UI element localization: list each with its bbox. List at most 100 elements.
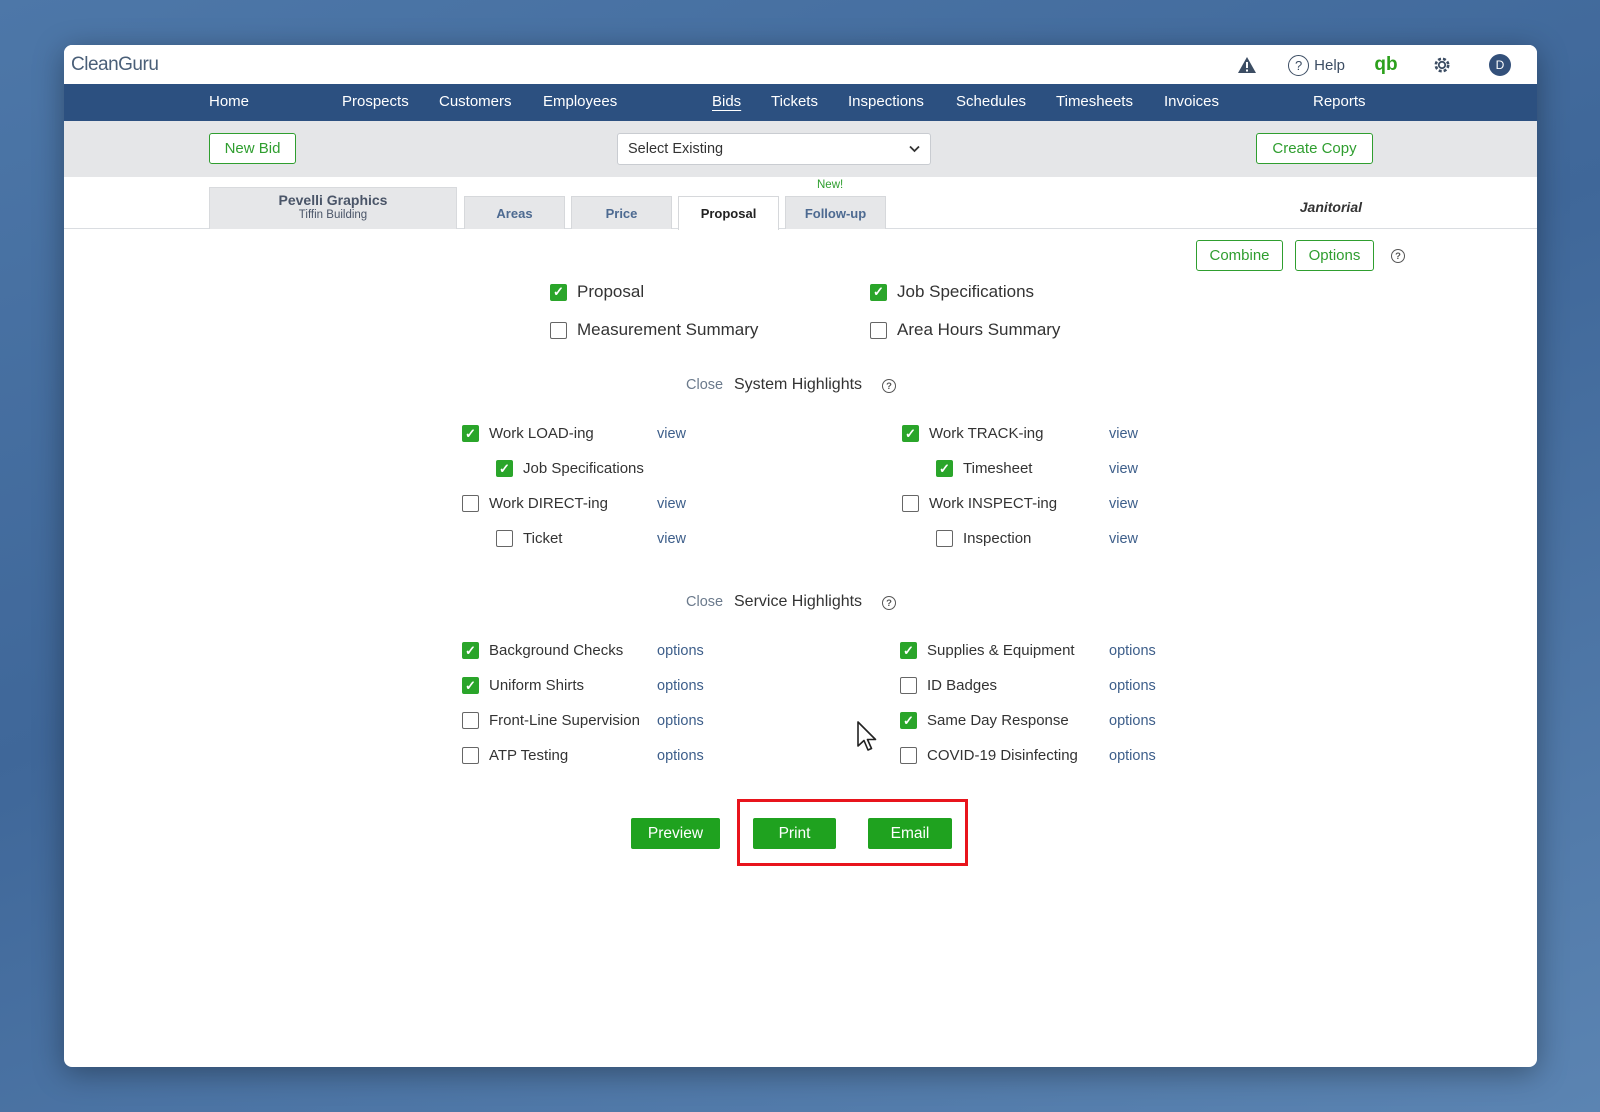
warning-icon[interactable] [1234,56,1260,74]
service-background-checks[interactable]: ✓ Background Checks [462,642,623,659]
service-uniform-shirts[interactable]: ✓ Uniform Shirts [462,677,584,694]
doc-proposal[interactable]: ✓ Proposal [550,282,644,302]
view-link[interactable]: view [657,496,686,512]
checkbox-unchecked[interactable] [462,747,479,764]
close-service-highlights-link[interactable]: Close [686,594,723,610]
service-atp-testing[interactable]: ATP Testing [462,747,568,764]
nav-employees[interactable]: Employees [543,93,617,110]
gear-icon[interactable] [1429,55,1455,75]
checkbox-unchecked[interactable] [902,495,919,512]
service-supplies-equipment[interactable]: ✓ Supplies & Equipment [900,642,1075,659]
options-link[interactable]: options [657,678,704,694]
nav-schedules[interactable]: Schedules [956,93,1026,110]
chevron-down-icon [909,142,920,156]
options-link[interactable]: options [657,643,704,659]
client-tab[interactable]: Pevelli Graphics Tiffin Building [209,187,457,229]
options-button[interactable]: Options [1295,240,1374,271]
view-link[interactable]: view [657,426,686,442]
tab-proposal[interactable]: Proposal [678,196,779,230]
checkbox-unchecked[interactable] [462,712,479,729]
system-work-inspecting[interactable]: Work INSPECT-ing [902,495,1057,512]
checkbox-unchecked[interactable] [936,530,953,547]
doc-measurement-summary[interactable]: Measurement Summary [550,320,758,340]
view-link[interactable]: view [657,531,686,547]
quickbooks-icon[interactable]: qb [1373,54,1399,76]
system-timesheet[interactable]: ✓ Timesheet [936,460,1032,477]
tab-price[interactable]: Price [571,196,672,229]
options-link[interactable]: options [1109,713,1156,729]
service-covid-19-disinfecting[interactable]: COVID-19 Disinfecting [900,747,1078,764]
preview-button[interactable]: Preview [631,818,720,849]
nav-customers[interactable]: Customers [439,93,512,110]
service-id-badges[interactable]: ID Badges [900,677,997,694]
select-existing-dropdown[interactable]: Select Existing [617,133,931,165]
checkbox-checked[interactable]: ✓ [462,677,479,694]
options-link[interactable]: options [657,748,704,764]
nav-prospects[interactable]: Prospects [342,93,409,110]
system-work-loading[interactable]: ✓ Work LOAD-ing [462,425,594,442]
view-link[interactable]: view [1109,461,1138,477]
help-icon[interactable]: ? [882,379,896,393]
system-job-specifications[interactable]: ✓ Job Specifications [496,460,644,477]
checkbox-checked[interactable]: ✓ [462,425,479,442]
help-label: Help [1314,56,1345,74]
checkbox-checked[interactable]: ✓ [936,460,953,477]
new-bid-button[interactable]: New Bid [209,133,296,164]
create-copy-button[interactable]: Create Copy [1256,133,1373,164]
combine-button[interactable]: Combine [1196,240,1283,271]
app-logo[interactable]: CleanGuru [71,54,159,76]
checkbox-unchecked[interactable] [550,321,567,339]
help-icon[interactable]: ? [882,596,896,610]
help-link[interactable]: ? Help [1288,54,1345,76]
system-inspection[interactable]: Inspection [936,530,1031,547]
service-front-line-supervision[interactable]: Front-Line Supervision [462,712,640,729]
highlight-label: ID Badges [927,677,998,694]
nav-inspections[interactable]: Inspections [848,93,924,110]
view-link[interactable]: view [1109,496,1138,512]
nav-home[interactable]: Home [209,93,249,110]
highlight-label: Front-Line Supervision [489,712,640,729]
checkbox-checked[interactable]: ✓ [550,283,567,301]
app-window: CleanGuru ? Help qb D Home Prospects Cus… [64,45,1537,1067]
options-link[interactable]: options [1109,748,1156,764]
nav-tickets[interactable]: Tickets [771,93,818,110]
nav-reports[interactable]: Reports [1313,93,1366,110]
highlight-label: COVID-19 Disinfecting [927,747,1078,764]
nav-invoices[interactable]: Invoices [1164,93,1219,110]
checkbox-unchecked[interactable] [870,321,887,339]
main-nav: Home Prospects Customers Employees Bids … [64,84,1537,121]
help-icon: ? [1288,54,1310,76]
system-ticket[interactable]: Ticket [496,530,562,547]
new-badge: New! [817,179,844,191]
checkbox-unchecked[interactable] [900,747,917,764]
top-icons: ? Help qb D [1234,52,1511,78]
close-system-highlights-link[interactable]: Close [686,377,723,393]
checkbox-unchecked[interactable] [496,530,513,547]
checkbox-checked[interactable]: ✓ [462,642,479,659]
doc-area-hours-summary[interactable]: Area Hours Summary [870,320,1060,340]
options-link[interactable]: options [1109,678,1156,694]
checkbox-checked[interactable]: ✓ [900,712,917,729]
nav-timesheets[interactable]: Timesheets [1056,93,1133,110]
doc-label: Job Specifications [897,282,1035,301]
highlight-label: Work TRACK-ing [929,425,1044,442]
system-work-tracking[interactable]: ✓ Work TRACK-ing [902,425,1043,442]
help-icon[interactable]: ? [1391,249,1405,263]
checkbox-checked[interactable]: ✓ [496,460,513,477]
options-link[interactable]: options [657,713,704,729]
nav-bids[interactable]: Bids [712,93,741,110]
tab-follow-up[interactable]: Follow-up [785,196,886,229]
checkbox-unchecked[interactable] [462,495,479,512]
checkbox-checked[interactable]: ✓ [902,425,919,442]
checkbox-unchecked[interactable] [900,677,917,694]
avatar[interactable]: D [1489,54,1511,76]
system-work-directing[interactable]: Work DIRECT-ing [462,495,608,512]
checkbox-checked[interactable]: ✓ [870,283,887,301]
doc-job-specifications[interactable]: ✓ Job Specifications [870,282,1034,302]
checkbox-checked[interactable]: ✓ [900,642,917,659]
service-same-day-response[interactable]: ✓ Same Day Response [900,712,1069,729]
tab-areas[interactable]: Areas [464,196,565,229]
options-link[interactable]: options [1109,643,1156,659]
view-link[interactable]: view [1109,531,1138,547]
view-link[interactable]: view [1109,426,1138,442]
